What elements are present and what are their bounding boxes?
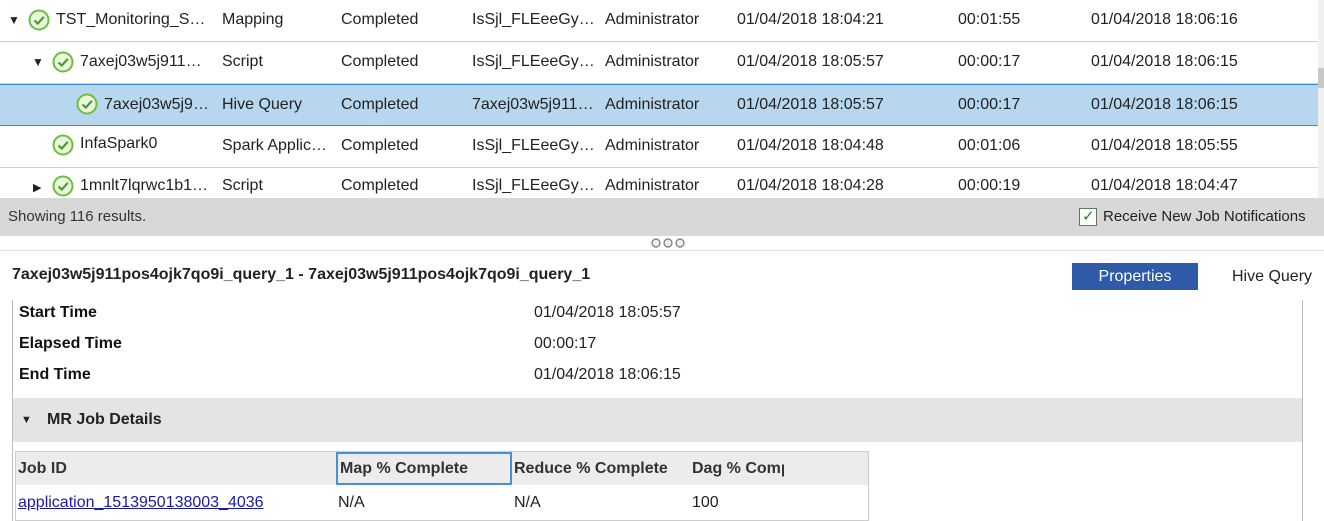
detail-title: 7axej03w5j911pos4ojk7qo9i_query_1 - 7axe…	[12, 266, 591, 283]
success-check-icon	[28, 9, 50, 31]
job-start-time: 01/04/2018 18:04:28	[737, 177, 884, 194]
prop-label-start-time: Start Time	[19, 304, 97, 321]
job-name: TST_Monitoring_S…	[56, 11, 206, 28]
job-user: Administrator	[605, 53, 700, 70]
prop-label-end-time: End Time	[19, 366, 91, 383]
job-name: 7axej03w5j911…	[80, 53, 202, 70]
mr-job-id-cell[interactable]: application_1513950138003_4036	[18, 488, 264, 518]
job-start-time: 01/04/2018 18:05:57	[737, 53, 884, 70]
job-status: Completed	[341, 96, 419, 113]
column-header-job-id[interactable]: Job ID	[16, 452, 334, 485]
table-scrollbar[interactable]	[1318, 0, 1324, 198]
job-start-time: 01/04/2018 18:04:21	[737, 11, 884, 28]
job-user: Administrator	[605, 96, 700, 113]
detail-header: 7axej03w5j911pos4ojk7qo9i_query_1 - 7axe…	[0, 250, 1324, 300]
success-check-icon	[52, 51, 74, 73]
job-end-time: 01/04/2018 18:06:15	[1091, 96, 1238, 113]
job-type: Spark Applic…	[222, 137, 327, 154]
job-type: Hive Query	[222, 96, 303, 113]
success-check-icon	[76, 93, 98, 115]
properties-button[interactable]: Properties	[1072, 263, 1198, 290]
job-parent: IsSjl_FLEeeGy…	[472, 137, 595, 154]
table-row-selected[interactable]: 7axej03w5j9… Hive Query Completed 7axej0…	[0, 84, 1318, 126]
properties-panel: Start Time 01/04/2018 18:05:57 Elapsed T…	[12, 300, 1303, 521]
job-user: Administrator	[605, 11, 700, 28]
success-check-icon	[52, 134, 74, 156]
tab-hive-query[interactable]: Hive Query	[1232, 263, 1312, 290]
job-status: Completed	[341, 137, 419, 154]
job-type: Mapping	[222, 11, 284, 28]
success-check-icon	[52, 175, 74, 197]
table-row[interactable]: ▼ TST_Monitoring_S… Mapping Completed Is…	[0, 0, 1318, 42]
notifications-checkbox[interactable]: ✓	[1079, 208, 1097, 226]
prop-value-end-time: 01/04/2018 18:06:15	[534, 366, 681, 383]
pane-splitter[interactable]	[0, 236, 1324, 250]
job-user: Administrator	[605, 177, 700, 194]
collapse-arrow-icon[interactable]: ▼	[32, 42, 44, 83]
drag-handle-icon[interactable]	[650, 237, 686, 249]
job-name: 1mnlt7lqrwc1b1…	[80, 177, 209, 194]
scrollbar-thumb[interactable]	[1318, 68, 1324, 88]
status-bar: Showing 116 results. ✓ Receive New Job N…	[0, 198, 1324, 236]
job-elapsed: 00:01:06	[958, 137, 1021, 154]
collapse-arrow-icon[interactable]: ▼	[21, 398, 32, 442]
job-end-time: 01/04/2018 18:06:16	[1091, 11, 1238, 28]
job-elapsed: 00:01:55	[958, 11, 1021, 28]
job-user: Administrator	[605, 137, 700, 154]
job-start-time: 01/04/2018 18:05:57	[737, 96, 884, 113]
job-status: Completed	[341, 11, 419, 28]
column-header-map-complete[interactable]: Map % Complete	[336, 452, 512, 485]
results-count: Showing 116 results.	[8, 208, 147, 225]
job-parent: 7axej03w5j911…	[472, 96, 594, 113]
job-end-time: 01/04/2018 18:06:15	[1091, 53, 1238, 70]
prop-value-elapsed-time: 00:00:17	[534, 335, 597, 352]
job-parent: IsSjl_FLEeeGy…	[472, 11, 595, 28]
collapse-arrow-icon[interactable]: ▼	[8, 0, 20, 41]
job-parent: IsSjl_FLEeeGy…	[472, 53, 595, 70]
map-complete-cell: N/A	[338, 494, 365, 511]
reduce-complete-cell: N/A	[514, 494, 541, 511]
table-row[interactable]: InfaSpark0 Spark Applic… Completed IsSjl…	[0, 126, 1318, 168]
dag-complete-cell: 100	[692, 494, 719, 511]
table-row[interactable]: ▼ 7axej03w5j911… Script Completed IsSjl_…	[0, 42, 1318, 84]
jobs-table: ▼ TST_Monitoring_S… Mapping Completed Is…	[0, 0, 1318, 198]
job-elapsed: 00:00:17	[958, 96, 1021, 113]
job-parent: IsSjl_FLEeeGy…	[472, 177, 595, 194]
job-name: 7axej03w5j9…	[104, 96, 209, 113]
job-status: Completed	[341, 53, 419, 70]
job-status: Completed	[341, 177, 419, 194]
column-header-dag-complete[interactable]: Dag % Comp	[690, 452, 784, 485]
job-name: InfaSpark0	[80, 135, 158, 152]
job-elapsed: 00:00:19	[958, 177, 1021, 194]
column-header-reduce-complete[interactable]: Reduce % Complete	[512, 452, 690, 485]
checkmark-icon: ✓	[1082, 208, 1095, 225]
prop-value-start-time: 01/04/2018 18:05:57	[534, 304, 681, 321]
job-end-time: 01/04/2018 18:05:55	[1091, 137, 1238, 154]
job-end-time: 01/04/2018 18:04:47	[1091, 177, 1238, 194]
job-elapsed: 00:00:17	[958, 53, 1021, 70]
application-link[interactable]: application_1513950138003_4036	[18, 494, 264, 511]
section-title: MR Job Details	[47, 411, 162, 428]
job-type: Script	[222, 177, 263, 194]
table-row[interactable]: ▶ 1mnlt7lqrwc1b1… Script Completed IsSjl…	[0, 168, 1318, 198]
prop-label-elapsed-time: Elapsed Time	[19, 335, 122, 352]
mr-job-details-section[interactable]: ▼ MR Job Details	[13, 398, 1302, 442]
job-start-time: 01/04/2018 18:04:48	[737, 137, 884, 154]
mr-job-table: Job ID Map % Complete Reduce % Complete …	[15, 451, 869, 521]
expand-arrow-icon[interactable]: ▶	[33, 168, 41, 198]
job-type: Script	[222, 53, 263, 70]
mr-table-header: Job ID Map % Complete Reduce % Complete …	[16, 452, 868, 485]
panel-scroll-gutter	[1303, 300, 1324, 521]
notifications-label: Receive New Job Notifications	[1103, 208, 1306, 225]
